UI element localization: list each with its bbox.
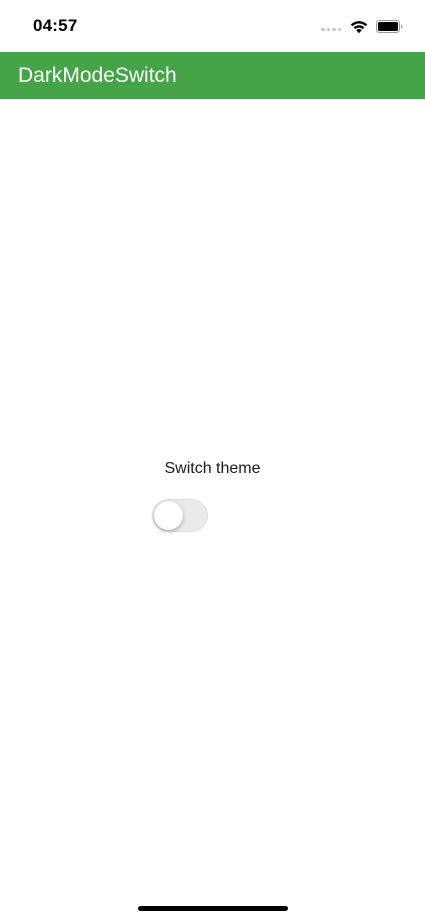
- status-time: 04:57: [33, 16, 78, 35]
- toggle-knob: [154, 501, 183, 530]
- battery-icon: [376, 19, 403, 33]
- app-screen: 04:57 DarkModeSwitch Switch theme: [0, 0, 425, 920]
- app-bar: DarkModeSwitch: [0, 52, 425, 99]
- status-icons: [321, 18, 403, 34]
- home-indicator[interactable]: [138, 906, 288, 911]
- wifi-icon: [350, 20, 368, 33]
- signal-dots-icon: [321, 21, 341, 31]
- theme-toggle-switch[interactable]: [152, 499, 208, 532]
- main-content: Switch theme: [0, 99, 425, 889]
- switch-theme-label: Switch theme: [164, 460, 261, 477]
- app-title: DarkModeSwitch: [18, 63, 177, 87]
- status-bar: 04:57: [0, 0, 425, 52]
